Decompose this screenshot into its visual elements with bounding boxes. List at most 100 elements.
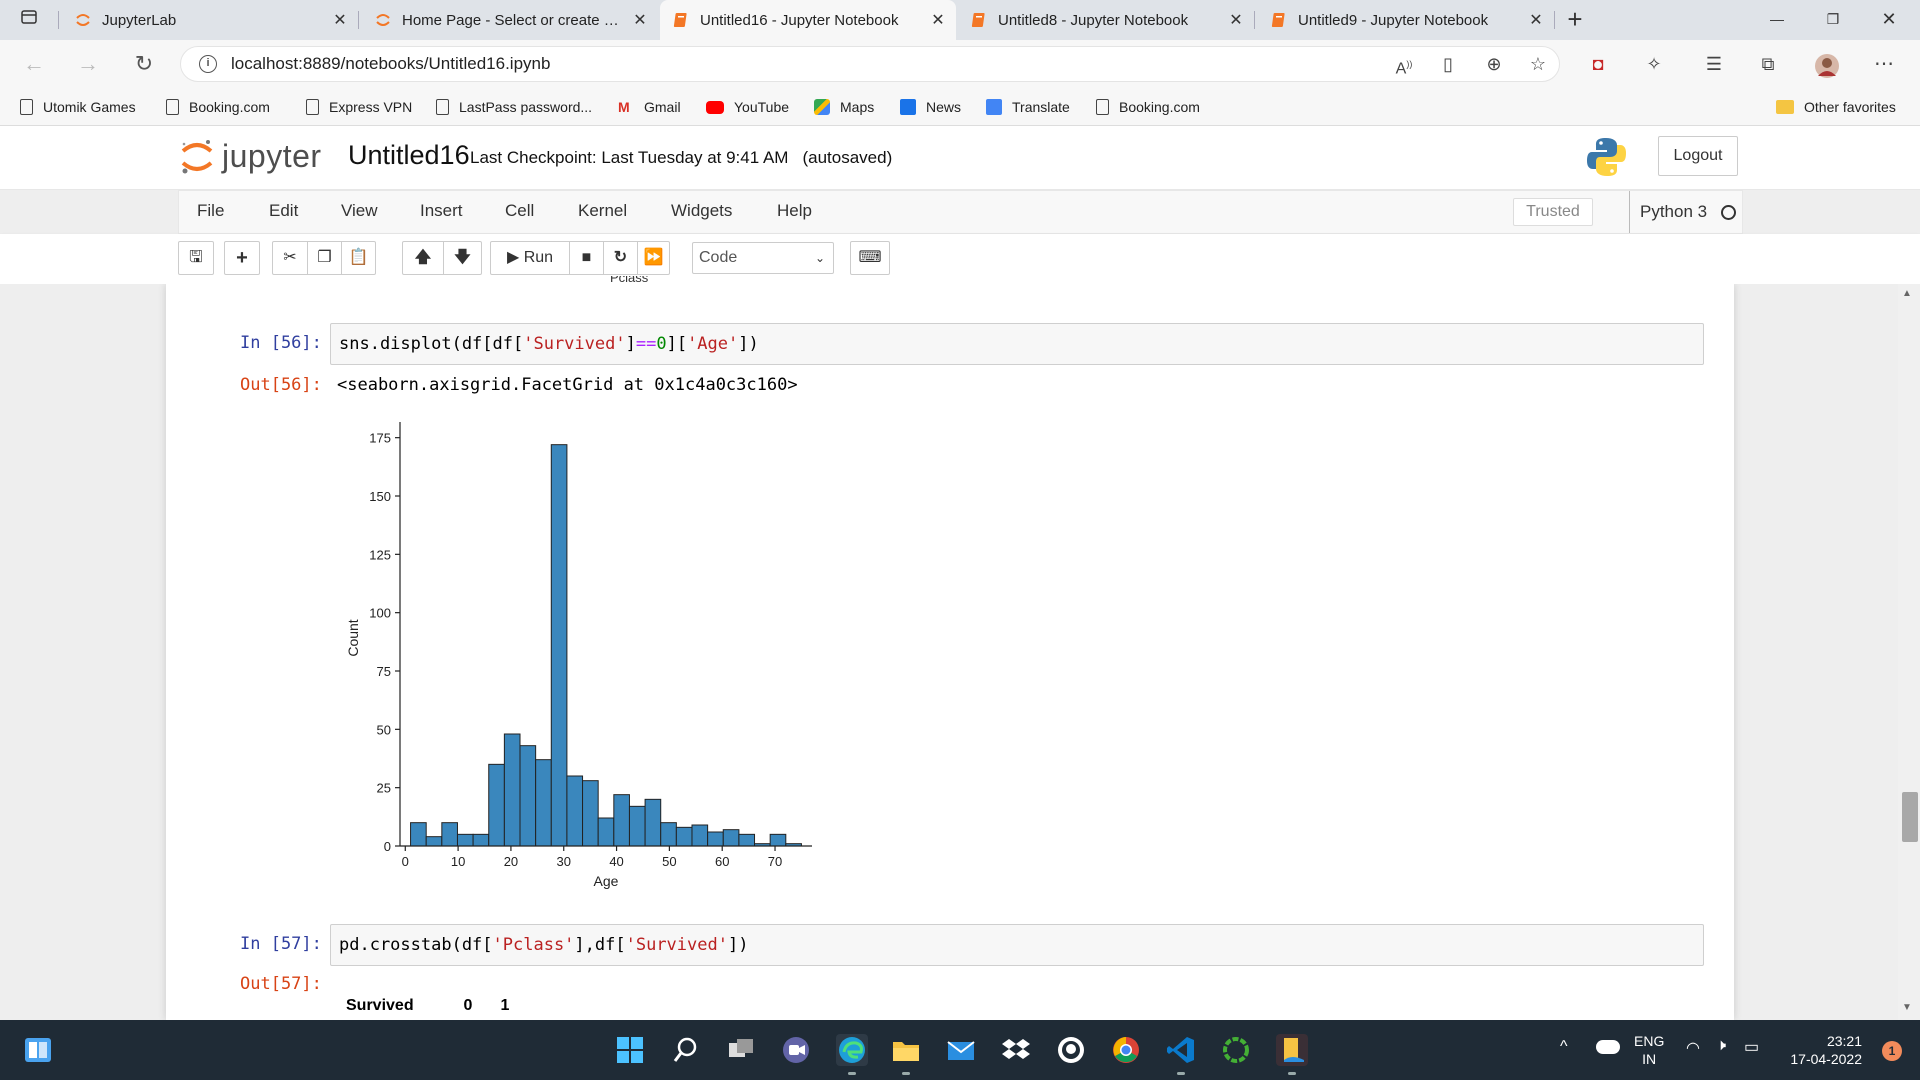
- bookmark-gmail[interactable]: M Gmail: [618, 97, 681, 117]
- bookmark-booking[interactable]: Booking.com: [166, 97, 270, 117]
- close-icon[interactable]: ✕: [928, 10, 948, 30]
- collections-icon[interactable]: ⧉: [1756, 53, 1780, 75]
- close-window-icon[interactable]: ✕: [1878, 8, 1900, 30]
- bookmark-expressvpn[interactable]: Express VPN: [306, 97, 412, 117]
- edge-icon[interactable]: [836, 1034, 868, 1075]
- bookmark-maps[interactable]: Maps: [814, 97, 874, 117]
- teams-icon[interactable]: [780, 1034, 812, 1066]
- fast-forward-icon[interactable]: ⏩: [637, 242, 669, 274]
- maps-icon: [814, 99, 830, 115]
- scrollbar-thumb[interactable]: [1902, 792, 1918, 842]
- language-indicator[interactable]: ENG IN: [1634, 1032, 1664, 1068]
- widgets-icon[interactable]: [22, 1034, 54, 1066]
- close-icon[interactable]: ✕: [630, 10, 650, 30]
- scrollbar[interactable]: [1898, 284, 1920, 1020]
- bookmark-news[interactable]: News: [900, 97, 961, 117]
- bookmark-utomik[interactable]: Utomik Games: [20, 97, 136, 117]
- run-button[interactable]: ▶ Run: [491, 242, 569, 274]
- show-hidden-icons[interactable]: ^: [1560, 1038, 1568, 1056]
- restart-icon[interactable]: ↻: [603, 242, 637, 274]
- tab-untitled8[interactable]: Untitled8 - Jupyter Notebook ✕: [958, 0, 1254, 40]
- bookmark-lastpass[interactable]: LastPass password...: [436, 97, 592, 117]
- notification-badge[interactable]: 1: [1882, 1041, 1902, 1061]
- windows-start-icon[interactable]: [614, 1034, 646, 1066]
- reader-view-icon[interactable]: ▯: [1436, 53, 1460, 75]
- mail-icon[interactable]: [945, 1034, 977, 1066]
- minimize-icon[interactable]: —: [1766, 8, 1788, 30]
- anaconda-icon[interactable]: [1220, 1034, 1252, 1066]
- menu-widgets[interactable]: Widgets: [671, 201, 732, 221]
- forward-icon[interactable]: →: [76, 52, 100, 76]
- cell-type-select[interactable]: Code ⌄: [692, 242, 834, 274]
- menu-insert[interactable]: Insert: [420, 201, 463, 221]
- chevron-down-icon: ⌄: [814, 251, 825, 265]
- insert-cell-button[interactable]: +: [224, 241, 260, 275]
- vscode-icon[interactable]: [1165, 1034, 1197, 1075]
- tab-actions-icon[interactable]: [18, 8, 40, 30]
- cell-56-input[interactable]: sns.displot(df[df['Survived']==0]['Age']…: [330, 323, 1704, 365]
- jupyter-logo[interactable]: jupyter: [180, 136, 322, 176]
- favorites-icon[interactable]: ☰: [1702, 53, 1726, 75]
- menu-view[interactable]: View: [341, 201, 378, 221]
- menu-kernel[interactable]: Kernel: [578, 201, 627, 221]
- translate-icon: [986, 99, 1002, 115]
- trusted-indicator[interactable]: Trusted: [1513, 198, 1593, 226]
- other-favorites[interactable]: Other favorites: [1776, 97, 1896, 117]
- bookmark-youtube[interactable]: YouTube: [706, 97, 789, 117]
- close-icon[interactable]: ✕: [1526, 10, 1546, 30]
- extensions-icon[interactable]: ✧: [1642, 53, 1666, 75]
- notebook-title[interactable]: Untitled16: [348, 140, 470, 171]
- move-up-icon[interactable]: 🡅: [403, 242, 443, 274]
- jupyter-files-icon[interactable]: [1276, 1034, 1308, 1075]
- tab-home-page[interactable]: Home Page - Select or create a n ✕: [362, 0, 658, 40]
- scroll-up-icon[interactable]: ▲: [1902, 288, 1912, 299]
- restore-icon[interactable]: ❐: [1822, 8, 1844, 30]
- tab-jupyterlab[interactable]: JupyterLab ✕: [62, 0, 358, 40]
- clock[interactable]: 23:21 17-04-2022: [1782, 1032, 1862, 1068]
- site-info-icon[interactable]: i: [199, 55, 217, 73]
- read-aloud-icon[interactable]: A)): [1392, 53, 1416, 77]
- pocket-icon[interactable]: ◘: [1586, 53, 1610, 75]
- close-icon[interactable]: ✕: [330, 10, 350, 30]
- menu-help[interactable]: Help: [777, 201, 812, 221]
- histogram-bar: [410, 822, 427, 847]
- tab-untitled9[interactable]: Untitled9 - Jupyter Notebook ✕: [1258, 0, 1554, 40]
- avatar[interactable]: [1814, 53, 1839, 78]
- age-histogram: 0 10 20 30 40 50 60 70 0 25 50 75 100 125 150 175 Age C…: [345, 422, 812, 889]
- wifi-icon[interactable]: ◠: [1686, 1038, 1700, 1058]
- copy-icon[interactable]: ❐: [307, 242, 341, 274]
- stop-icon[interactable]: ■: [569, 242, 603, 274]
- bookmark-booking-2[interactable]: Booking.com: [1096, 97, 1200, 117]
- paste-icon[interactable]: 📋: [341, 242, 375, 274]
- dropbox-icon[interactable]: [1000, 1034, 1032, 1066]
- file-explorer-icon[interactable]: [890, 1034, 922, 1075]
- logout-button[interactable]: Logout: [1658, 136, 1738, 176]
- onedrive-icon[interactable]: [1596, 1040, 1620, 1054]
- close-icon[interactable]: ✕: [1226, 10, 1246, 30]
- refresh-icon[interactable]: ↻: [132, 52, 156, 76]
- back-icon[interactable]: ←: [22, 52, 46, 76]
- move-down-icon[interactable]: 🡇: [443, 242, 481, 274]
- menu-edit[interactable]: Edit: [269, 201, 298, 221]
- chrome-icon[interactable]: [1110, 1034, 1142, 1066]
- add-favorite-icon[interactable]: ☆: [1526, 53, 1550, 75]
- search-icon[interactable]: [670, 1034, 702, 1066]
- cut-icon[interactable]: ✂: [273, 242, 307, 274]
- cell-57-input[interactable]: pd.crosstab(df['Pclass'],df['Survived']): [330, 924, 1704, 966]
- menu-file[interactable]: File: [197, 201, 224, 221]
- crosstab-header-col: 1: [500, 997, 510, 1014]
- battery-icon[interactable]: ▭: [1744, 1037, 1759, 1057]
- command-palette-button[interactable]: ⌨: [850, 241, 890, 275]
- zoom-icon[interactable]: ⊕: [1482, 53, 1506, 75]
- save-button[interactable]: 🖫: [178, 241, 214, 275]
- task-view-icon[interactable]: [725, 1034, 757, 1066]
- more-icon[interactable]: ⋯: [1872, 53, 1896, 75]
- scroll-down-icon[interactable]: ▼: [1902, 1002, 1912, 1013]
- github-icon[interactable]: [1055, 1034, 1087, 1066]
- new-tab-icon[interactable]: +: [1564, 6, 1586, 32]
- bookmark-translate[interactable]: Translate: [986, 97, 1070, 117]
- tab-untitled16[interactable]: Untitled16 - Jupyter Notebook ✕: [660, 0, 956, 40]
- volume-muted-icon[interactable]: 🕨: [1716, 1037, 1726, 1055]
- url-input[interactable]: i localhost:8889/notebooks/Untitled16.ip…: [180, 46, 1560, 82]
- menu-cell[interactable]: Cell: [505, 201, 534, 221]
